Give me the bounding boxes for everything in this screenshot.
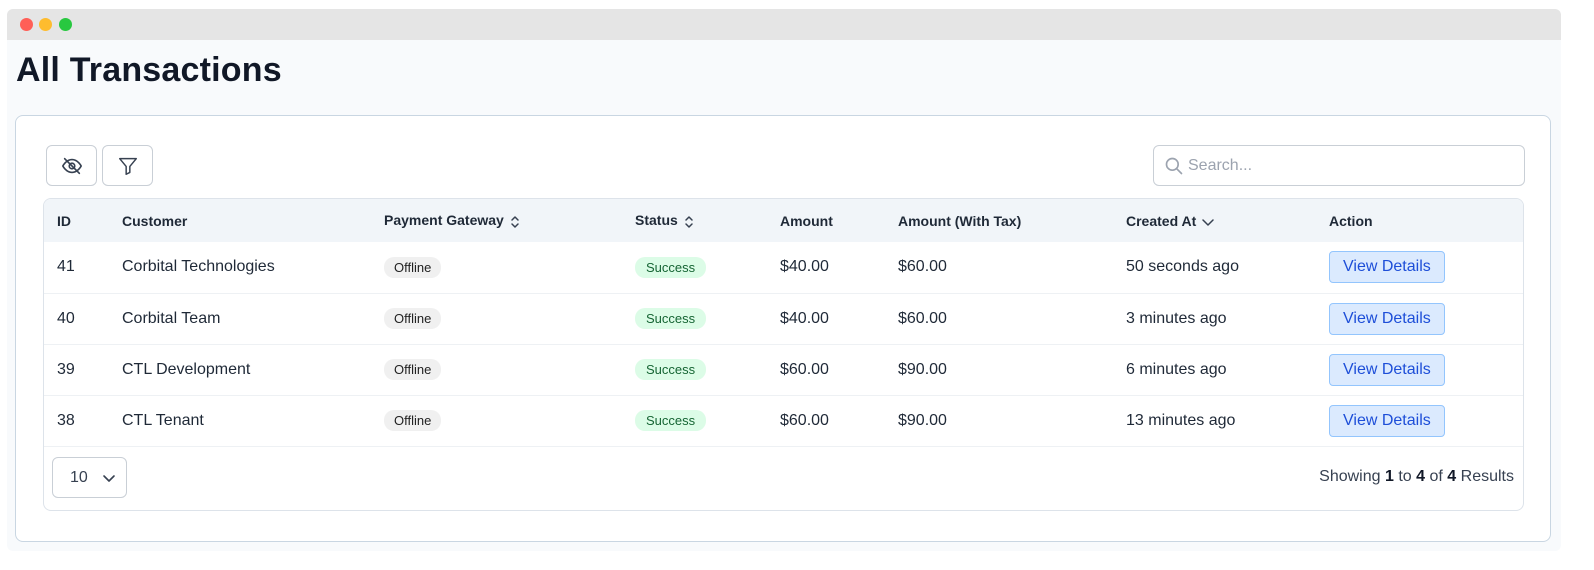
cell-amount-with-tax: $60.00 [898, 309, 947, 327]
cell-action: View Details [1316, 395, 1523, 446]
filter-button[interactable] [102, 145, 153, 186]
column-header-amount-with-tax: Amount (With Tax) [898, 212, 1022, 229]
column-header-amount: Amount [780, 212, 833, 229]
table-row: 40 Corbital Team Offline Success $40.00 … [44, 293, 1523, 344]
column-header-label: Created At [1126, 212, 1197, 229]
cell-id: 39 [57, 360, 75, 378]
table-footer: 10 Showing 1 to 4 of 4 Results [44, 444, 1523, 510]
cell-amount-with-tax: $90.00 [898, 411, 947, 429]
cell-customer: CTL Development [122, 360, 251, 378]
column-header-created-at[interactable]: Created At [1113, 199, 1316, 242]
table-header-row: ID Customer Payment Gateway Status Amoun… [44, 199, 1523, 242]
showing-prefix: Showing [1319, 468, 1381, 485]
cell-id: 38 [57, 411, 75, 429]
eye-off-icon [61, 157, 82, 174]
cell-action: View Details [1316, 293, 1523, 344]
gateway-badge: Offline [384, 256, 442, 278]
showing-total: 4 [1447, 468, 1457, 485]
cell-customer: CTL Tenant [122, 411, 204, 429]
cell-amount: $40.00 [780, 309, 829, 327]
filter-icon [118, 157, 137, 175]
view-details-button[interactable]: View Details [1329, 404, 1445, 437]
cell-status: Success [622, 395, 767, 446]
maximize-window-button[interactable] [59, 18, 72, 31]
column-header-status[interactable]: Status [622, 199, 767, 242]
column-header-id: ID [57, 212, 71, 229]
cell-customer: Corbital Team [122, 309, 221, 327]
view-details-button[interactable]: View Details [1329, 353, 1445, 386]
close-window-button[interactable] [20, 18, 33, 31]
cell-gateway: Offline [371, 395, 622, 446]
cell-created-at: 6 minutes ago [1126, 360, 1227, 378]
search-icon [1165, 157, 1183, 175]
sort-updown-icon [511, 215, 519, 228]
status-badge: Success [635, 308, 707, 329]
cell-status: Success [622, 293, 767, 344]
cell-status: Success [622, 242, 767, 293]
search-input[interactable] [1188, 146, 1518, 185]
transactions-table: ID Customer Payment Gateway Status Amoun… [44, 199, 1523, 447]
view-details-button[interactable]: View Details [1329, 302, 1445, 335]
column-header-customer: Customer [122, 212, 188, 229]
cell-customer: Corbital Technologies [122, 258, 275, 276]
cell-created-at: 50 seconds ago [1126, 258, 1239, 276]
showing-of-word: of [1429, 468, 1443, 485]
cell-gateway: Offline [371, 242, 622, 293]
cell-action: View Details [1316, 344, 1523, 395]
column-header-label: Status [635, 212, 678, 229]
app-window: All Transactions Search... ID Customer P… [7, 9, 1561, 551]
page-size-select[interactable]: 10 [52, 457, 127, 498]
showing-from: 1 [1384, 468, 1394, 485]
column-header-label: Payment Gateway [384, 212, 504, 229]
status-badge: Success [635, 256, 707, 278]
transactions-table-container: ID Customer Payment Gateway Status Amoun… [43, 198, 1524, 511]
table-row: 39 CTL Development Offline Success $60.0… [44, 344, 1523, 395]
column-header-action: Action [1329, 212, 1373, 229]
minimize-window-button[interactable] [39, 18, 52, 31]
cell-created-at: 13 minutes ago [1126, 411, 1236, 429]
cell-action: View Details [1316, 242, 1523, 293]
transactions-card: ID Customer Payment Gateway Status Amoun… [15, 115, 1551, 542]
table-row: 38 CTL Tenant Offline Success $60.00 $90… [44, 395, 1523, 446]
view-details-button[interactable]: View Details [1329, 251, 1445, 284]
cell-amount-with-tax: $60.00 [898, 258, 947, 276]
showing-to: 4 [1416, 468, 1426, 485]
gateway-badge: Offline [384, 359, 442, 380]
cell-gateway: Offline [371, 293, 622, 344]
status-badge: Success [635, 410, 707, 431]
cell-amount: $40.00 [780, 258, 829, 276]
gateway-badge: Offline [384, 308, 442, 329]
cell-status: Success [622, 344, 767, 395]
cell-amount: $60.00 [780, 411, 829, 429]
showing-to-word: to [1398, 468, 1412, 485]
page-title: All Transactions [16, 51, 282, 89]
window-titlebar [7, 9, 1561, 40]
page-size-value: 10 [70, 469, 88, 486]
table-row: 41 Corbital Technologies Offline Success… [44, 242, 1523, 293]
search-box [1153, 145, 1525, 186]
sort-desc-icon [1202, 219, 1215, 226]
pagination-summary: Showing 1 to 4 of 4 Results [1319, 468, 1514, 486]
gateway-badge: Offline [384, 410, 442, 431]
chevron-down-icon [103, 475, 115, 482]
cell-gateway: Offline [371, 344, 622, 395]
cell-id: 40 [57, 309, 75, 327]
cell-created-at: 3 minutes ago [1126, 309, 1227, 327]
cell-amount: $60.00 [780, 360, 829, 378]
column-header-payment-gateway[interactable]: Payment Gateway [371, 199, 622, 242]
showing-results-word: Results [1460, 468, 1514, 485]
cell-id: 41 [57, 258, 75, 276]
status-badge: Success [635, 359, 707, 380]
sort-updown-icon [685, 215, 693, 228]
cell-amount-with-tax: $90.00 [898, 360, 947, 378]
toggle-columns-button[interactable] [46, 145, 97, 186]
